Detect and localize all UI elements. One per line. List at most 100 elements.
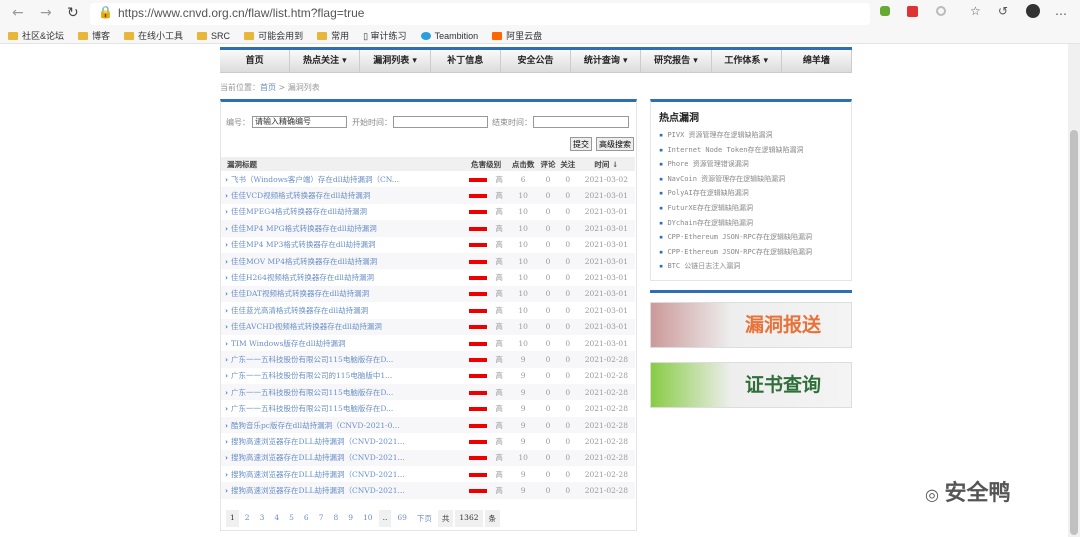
bookmark[interactable]: 在线小工具 bbox=[124, 29, 183, 42]
page-link[interactable]: 6 bbox=[300, 510, 313, 527]
vuln-title-link[interactable]: TIM Windows版存在dll劫持漏洞 bbox=[221, 335, 464, 351]
vuln-title-link[interactable]: 广东一一五科技股份有限公司的115电脑版中1... bbox=[221, 368, 464, 384]
vuln-title-link[interactable]: 搜狗高速浏览器存在DLL劫持漏洞（CNVD-2021... bbox=[221, 466, 464, 482]
page-link[interactable]: 5 bbox=[285, 510, 298, 527]
severity: 高 bbox=[464, 335, 508, 351]
page-link[interactable]: 8 bbox=[329, 510, 342, 527]
severity: 高 bbox=[464, 171, 508, 187]
clicks: 10 bbox=[508, 449, 539, 467]
address-bar[interactable]: 🔒 https://www.cnvd.org.cn/flaw/list.htm?f… bbox=[90, 3, 870, 25]
page-link[interactable]: 9 bbox=[344, 510, 357, 527]
vuln-title-link[interactable]: 佳佳DAT视频格式转换器存在dll劫持漏洞 bbox=[221, 285, 464, 303]
col-time[interactable]: 时间 ↓ bbox=[577, 157, 635, 171]
page-link[interactable]: 7 bbox=[315, 510, 328, 527]
vuln-title-link[interactable]: 广东一一五科技股份有限公司115电脑版存在D... bbox=[221, 351, 464, 368]
bookmark[interactable]: 社区&论坛 bbox=[8, 29, 64, 42]
vuln-title-link[interactable]: 佳佳MOV MP4格式转换器存在dll劫持漏洞 bbox=[221, 252, 464, 270]
severity: 高 bbox=[463, 449, 509, 467]
vuln-title-link[interactable]: 飞书（Windows客户端）存在dll劫持漏洞（CN... bbox=[221, 171, 464, 187]
bookmark[interactable]: Teambition bbox=[420, 31, 478, 41]
vuln-title-link[interactable]: 佳佳VCD视频格式转换器存在dll劫持漏洞 bbox=[221, 187, 464, 204]
date: 2021-02-28 bbox=[584, 371, 628, 381]
vuln-title-link[interactable]: 搜狗高速浏览器存在DLL劫持漏洞（CNVD-2021... bbox=[221, 449, 464, 467]
hot-vuln-link[interactable]: DYchain存在逻辑缺陷漏洞 bbox=[659, 218, 843, 233]
submit-button[interactable]: 提交 bbox=[570, 137, 592, 151]
hot-vuln-link[interactable]: PIVX 资源管理存在逻辑缺陷漏洞 bbox=[659, 130, 843, 145]
vuln-title-link[interactable]: 佳佳MP4 MPG格式转换器存在dll劫持漏洞 bbox=[221, 220, 464, 237]
page-link[interactable]: 3 bbox=[256, 510, 269, 527]
extension-icon[interactable] bbox=[880, 6, 890, 16]
id-input[interactable]: 请输入精确编号 bbox=[252, 116, 347, 128]
hot-vuln-link[interactable]: FuturXE存在逻辑缺陷漏洞 bbox=[659, 203, 843, 218]
page-link[interactable]: 1 bbox=[226, 510, 239, 527]
next-page-link[interactable]: 下页 bbox=[413, 510, 436, 527]
table-row: 搜狗高速浏览器存在DLL劫持漏洞（CNVD-2021... 高 9 0 0 20… bbox=[221, 433, 635, 449]
nav-announce[interactable]: 安全公告 bbox=[501, 50, 572, 72]
nav-hot[interactable]: 热点关注 ▾ bbox=[290, 50, 361, 72]
bookmark[interactable]: SRC bbox=[197, 31, 230, 41]
follows: 0 bbox=[565, 404, 571, 414]
vuln-title-link[interactable]: 佳佳H264视频格式转换器存在dll劫持漏洞 bbox=[221, 269, 464, 285]
vuln-title-link[interactable]: 广东一一五科技股份有限公司115电脑版存在D... bbox=[221, 400, 464, 416]
bookmark[interactable]: 阿里云盘 bbox=[492, 29, 542, 42]
nav-patch[interactable]: 补丁信息 bbox=[431, 50, 501, 72]
history-icon[interactable]: ↺ bbox=[998, 4, 1008, 18]
nav-home[interactable]: 首页 bbox=[220, 50, 291, 72]
hot-vuln-link[interactable]: Internet Node Token存在逻辑缺陷漏洞 bbox=[659, 145, 843, 160]
table-row: 佳佳MPEG4格式转换器存在dll劫持漏洞 高 10 0 0 2021-03-0… bbox=[221, 204, 635, 220]
nav-wall[interactable]: 绵羊墙 bbox=[782, 50, 852, 72]
avatar[interactable] bbox=[1026, 4, 1040, 18]
vuln-title-link[interactable]: 广东一一五科技股份有限公司115电脑版存在D... bbox=[221, 384, 464, 401]
hot-vuln-link[interactable]: NavCoin 资源管理存在逻辑缺陷漏洞 bbox=[659, 174, 843, 189]
date: 2021-03-01 bbox=[577, 220, 635, 237]
severity-text: 高 bbox=[495, 191, 503, 201]
severity-bar bbox=[469, 226, 488, 231]
vuln-title-link[interactable]: 搜狗高速浏览器存在DLL劫持漏洞（CNVD-2021... bbox=[221, 433, 464, 449]
cert-query-banner[interactable]: 证书查询 bbox=[650, 362, 852, 408]
nav-reports[interactable]: 研究报告 ▾ bbox=[641, 50, 712, 72]
severity-bar bbox=[469, 308, 488, 313]
table-row: 佳佳AVCHD视频格式转换器存在dll劫持漏洞 高 10 0 0 2021-03… bbox=[221, 318, 635, 335]
hot-vuln-link[interactable]: CPP-Ethereum JSON-RPC存在逻辑缺陷漏洞 bbox=[659, 247, 843, 262]
hot-vuln-link[interactable]: Phore 资源管理错误漏洞 bbox=[659, 159, 843, 174]
vuln-title-link[interactable]: 佳佳蓝光高清格式转换器存在dll劫持漏洞 bbox=[221, 302, 464, 318]
vuln-title-link[interactable]: 佳佳AVCHD视频格式转换器存在dll劫持漏洞 bbox=[221, 318, 464, 335]
hot-vulns-title: 热点漏洞 bbox=[659, 113, 699, 124]
bookmark[interactable]: 常用 bbox=[317, 29, 349, 42]
page-link[interactable]: 10 bbox=[359, 510, 377, 527]
page-link[interactable]: 69 bbox=[393, 510, 411, 527]
hot-vuln-link[interactable]: PolyAI存在逻辑缺陷漏洞 bbox=[659, 188, 843, 203]
end-date-input[interactable] bbox=[533, 116, 629, 128]
nav-system[interactable]: 工作体系 ▾ bbox=[712, 50, 782, 72]
severity-text: 高 bbox=[495, 223, 503, 233]
vuln-title-link[interactable]: 佳佳MP4 MP3格式转换器存在dll劫持漏洞 bbox=[221, 237, 464, 253]
severity-text: 高 bbox=[495, 240, 503, 250]
comments: 0 bbox=[545, 174, 551, 184]
main-nav: 首页 热点关注 ▾ 漏洞列表 ▾ 补丁信息 安全公告 统计查询 ▾ 研究报告 ▾… bbox=[220, 47, 852, 73]
bookmark[interactable]: 博客 bbox=[78, 29, 110, 42]
vuln-title-link[interactable]: 佳佳MPEG4格式转换器存在dll劫持漏洞 bbox=[221, 204, 464, 220]
follows: 0 bbox=[557, 482, 578, 499]
vuln-title-link[interactable]: 酷狗音乐pc版存在dll劫持漏洞（CNVD-2021-0... bbox=[221, 416, 464, 434]
nav-vuln-list[interactable]: 漏洞列表 ▾ bbox=[360, 50, 431, 72]
more-icon[interactable]: … bbox=[1055, 4, 1067, 18]
page-link[interactable]: 2 bbox=[241, 510, 254, 527]
hot-vuln-link[interactable]: BTC 公链日志注入漏洞 bbox=[659, 261, 843, 276]
breadcrumb-home[interactable]: 首页 bbox=[260, 83, 276, 92]
favorites-icon[interactable]: ☆ bbox=[970, 4, 981, 18]
page-link[interactable]: 4 bbox=[270, 510, 283, 527]
back-icon[interactable]: ← bbox=[12, 5, 24, 21]
bookmark[interactable]: ▯ 审计练习 bbox=[363, 29, 406, 42]
forward-icon[interactable]: → bbox=[40, 5, 52, 21]
bookmark[interactable]: 可能会用到 bbox=[244, 29, 303, 42]
start-date-input[interactable] bbox=[393, 116, 488, 128]
hot-vuln-link[interactable]: CPP-Ethereum JSON-RPC存在逻辑缺陷漏洞 bbox=[659, 232, 843, 247]
vuln-report-banner[interactable]: 漏洞报送 bbox=[650, 302, 852, 348]
vuln-title-link[interactable]: 搜狗高速浏览器存在DLL劫持漏洞（CNVD-2021... bbox=[221, 482, 464, 499]
record-icon[interactable] bbox=[936, 6, 946, 16]
scrollbar-thumb[interactable] bbox=[1070, 130, 1078, 535]
advanced-search-button[interactable]: 高级搜索 bbox=[596, 137, 634, 151]
fe-extension-icon[interactable] bbox=[907, 6, 918, 17]
nav-stats[interactable]: 统计查询 ▾ bbox=[571, 50, 642, 72]
reload-icon[interactable]: ↻ bbox=[67, 5, 79, 21]
